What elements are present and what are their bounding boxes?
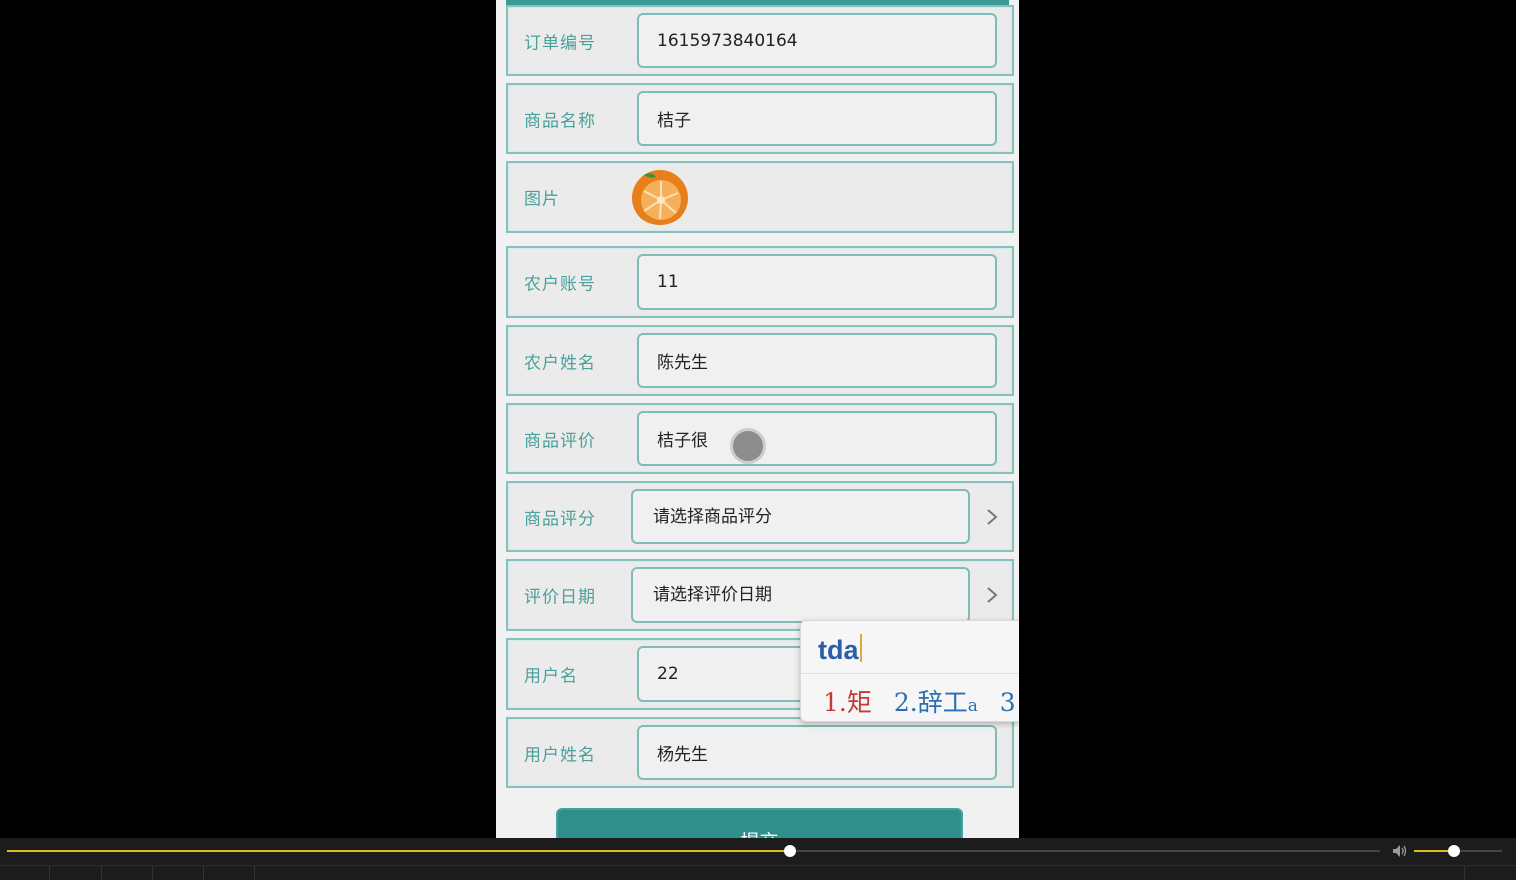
volume-handle[interactable] (1447, 845, 1460, 857)
chevron-right-icon[interactable] (986, 586, 998, 604)
ime-composition-string: tda (818, 635, 859, 665)
ime-candidate[interactable]: 3 (1000, 688, 1016, 717)
seek-bar[interactable] (7, 845, 1380, 857)
video-player-controls (0, 838, 1516, 880)
order-number-label: 订单编号 (524, 33, 596, 53)
player-button[interactable] (204, 866, 255, 880)
ime-candidate-index: 2. (893, 688, 918, 717)
ime-composition-text: tda (818, 634, 862, 666)
ime-candidate[interactable]: 2.辞工a (894, 683, 978, 719)
user-name-input[interactable] (637, 725, 997, 780)
product-review-label: 商品评价 (524, 431, 596, 451)
product-name-label: 商品名称 (524, 111, 596, 131)
mandarin-orange-image (632, 170, 688, 225)
player-button[interactable] (0, 866, 50, 880)
ime-divider (801, 673, 1019, 674)
product-name-input[interactable] (637, 91, 997, 146)
ime-candidate-index: 1. (823, 688, 847, 717)
submit-button[interactable]: 提交 (556, 808, 963, 838)
player-button[interactable] (50, 866, 102, 880)
ime-candidate-suffix: a (967, 696, 978, 716)
ime-candidate-text: 矩 (846, 688, 872, 717)
product-rating-label: 商品评分 (524, 509, 596, 529)
product-rating-select[interactable] (631, 489, 970, 544)
seek-handle[interactable] (783, 845, 796, 857)
farmer-account-row: 农户账号 (506, 246, 1014, 318)
mandarin-orange-thumbnail[interactable] (630, 169, 690, 225)
farmer-name-input[interactable] (637, 333, 997, 388)
seek-bar-fill (7, 850, 790, 852)
ime-candidate-index: 3 (999, 688, 1016, 717)
image-row: 图片 (506, 161, 1014, 233)
review-date-label: 评价日期 (524, 587, 596, 608)
product-name-row: 商品名称 (506, 83, 1014, 154)
product-rating-row[interactable]: 商品评分 (506, 481, 1014, 552)
ime-candidate-list: 1.矩 2.辞工a 3 (823, 683, 1019, 719)
player-button[interactable] (1464, 866, 1516, 880)
text-caret (859, 634, 862, 662)
product-review-input[interactable] (637, 411, 997, 466)
touch-cursor-indicator (730, 428, 766, 464)
chevron-right-icon[interactable] (986, 508, 998, 526)
volume-slider[interactable] (1414, 845, 1502, 857)
farmer-name-label: 农户姓名 (524, 353, 596, 373)
farmer-account-input[interactable] (637, 254, 997, 310)
player-button-strip (0, 865, 1516, 880)
farmer-account-label: 农户账号 (524, 274, 596, 295)
ime-candidate-text: 辞工 (917, 688, 968, 717)
review-date-select[interactable] (631, 567, 970, 623)
user-name-row: 用户姓名 (506, 717, 1014, 788)
order-number-row: 订单编号 (506, 5, 1014, 76)
username-label: 用户名 (524, 666, 578, 687)
image-label: 图片 (524, 189, 560, 210)
player-button[interactable] (102, 866, 153, 880)
order-number-input[interactable] (637, 13, 997, 68)
player-button[interactable] (153, 866, 204, 880)
ime-candidate[interactable]: 1.矩 (823, 683, 872, 719)
volume-icon[interactable] (1392, 844, 1408, 858)
farmer-name-row: 农户姓名 (506, 325, 1014, 396)
ime-candidate-popup: tda 1.矩 2.辞工a 3 (800, 620, 1019, 722)
user-name-label: 用户姓名 (524, 745, 596, 765)
